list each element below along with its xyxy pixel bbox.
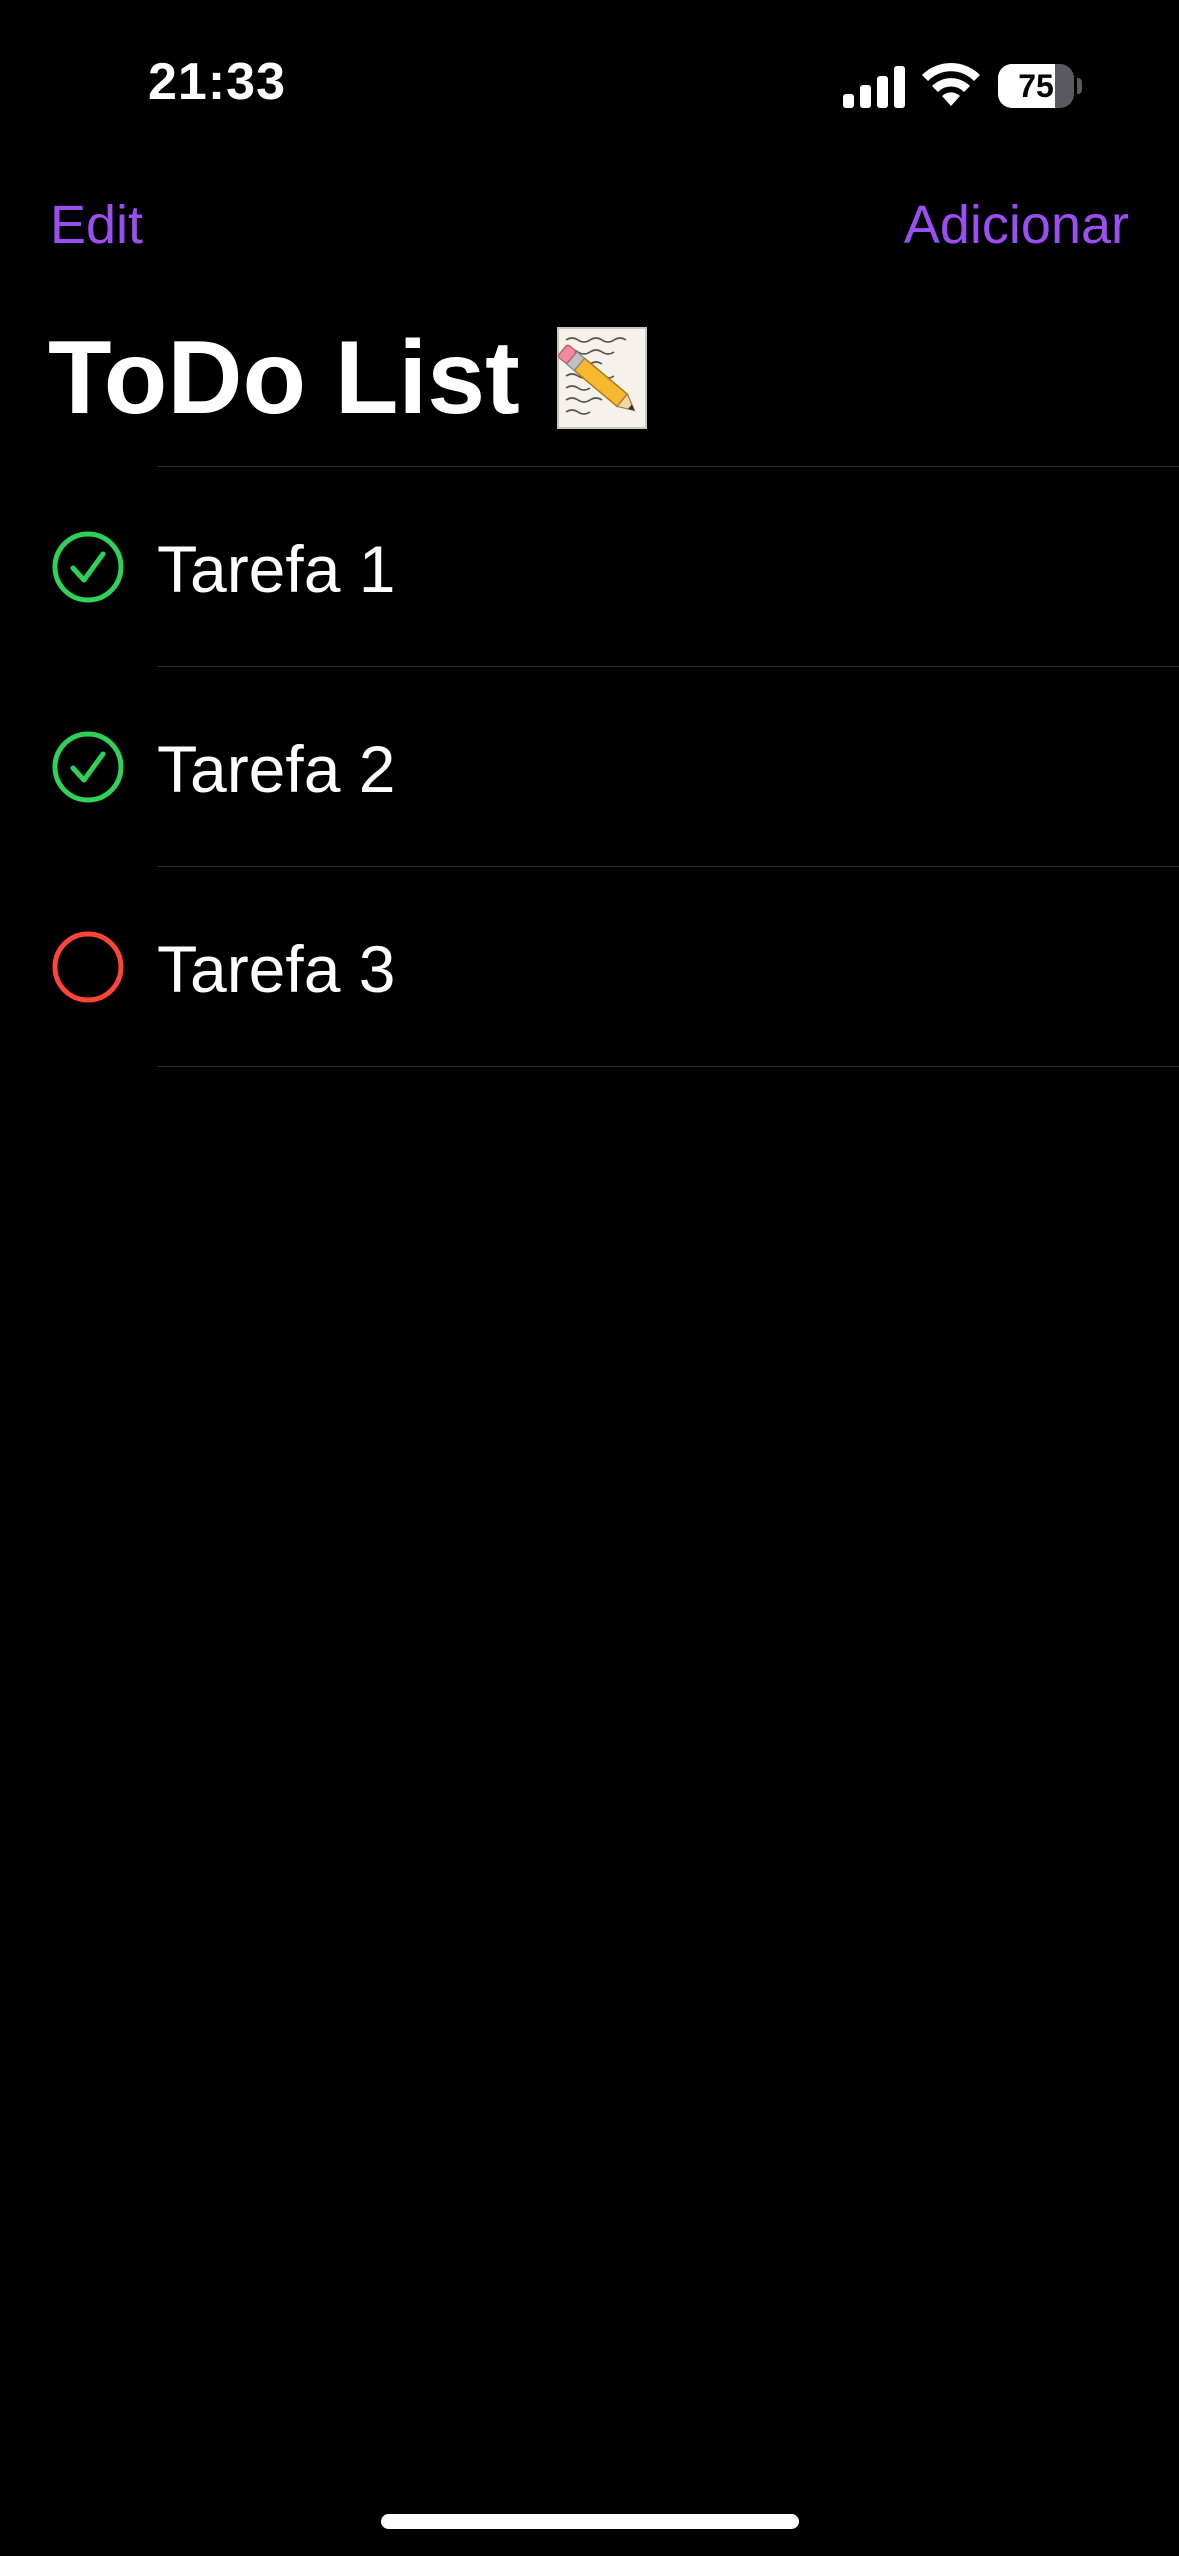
- status-bar: 21:33 75: [0, 0, 1179, 160]
- page-title-text: ToDo List: [48, 319, 520, 436]
- battery-level-text: 75: [1018, 68, 1054, 104]
- cellular-signal-icon: [843, 66, 905, 108]
- check-circle-icon[interactable]: [51, 730, 125, 804]
- edit-button[interactable]: Edit: [50, 194, 143, 256]
- page-title: ToDo List: [48, 318, 650, 438]
- task-label: Tarefa 1: [157, 532, 396, 606]
- check-circle-icon[interactable]: [51, 530, 125, 604]
- todo-list: Tarefa 1 Tarefa 2 Tarefa 3: [0, 466, 1179, 1067]
- memo-icon: [556, 326, 650, 430]
- battery-icon: 75: [998, 64, 1082, 108]
- task-item[interactable]: Tarefa 2: [0, 667, 1179, 866]
- home-indicator[interactable]: [381, 2514, 799, 2529]
- task-item[interactable]: Tarefa 1: [0, 467, 1179, 666]
- navigation-bar: Edit Adicionar: [0, 180, 1179, 280]
- list-separator: [157, 1066, 1179, 1067]
- task-item[interactable]: Tarefa 3: [0, 867, 1179, 1066]
- wifi-icon: [922, 62, 980, 106]
- empty-circle-icon[interactable]: [51, 930, 125, 1004]
- status-time: 21:33: [148, 53, 286, 111]
- task-label: Tarefa 3: [157, 932, 396, 1006]
- add-button[interactable]: Adicionar: [904, 194, 1129, 256]
- task-label: Tarefa 2: [157, 732, 396, 806]
